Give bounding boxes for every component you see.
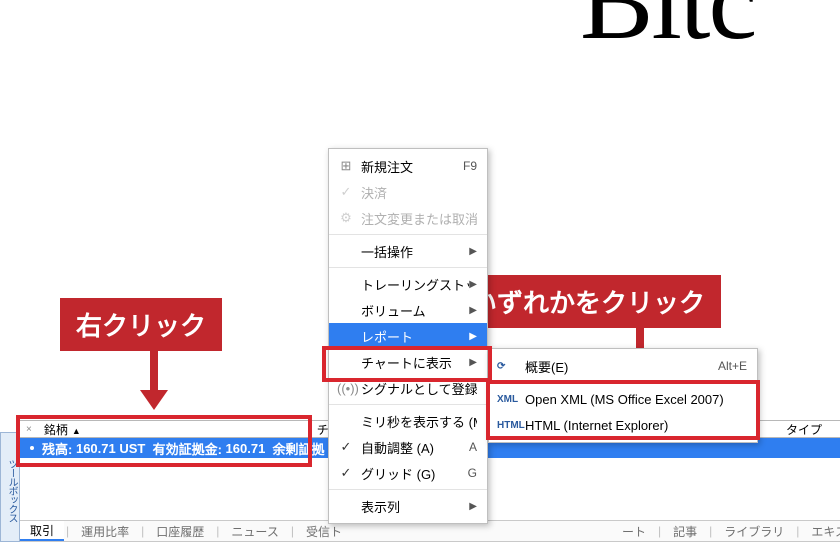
arrow-right-click <box>150 344 158 392</box>
chevron-right-icon: ▶ <box>469 305 477 316</box>
tab-trade[interactable]: 取引 <box>20 521 64 541</box>
cropped-header-text: Bitc <box>580 0 755 65</box>
chevron-right-icon: ▶ <box>469 246 477 257</box>
tab-articles[interactable]: 記事 <box>663 521 707 541</box>
extra-margin-label: 余剰証拠 <box>273 439 325 458</box>
submenu-summary[interactable]: ⟳ 概要(E) Alt+E <box>489 353 757 379</box>
chevron-right-icon: ▶ <box>469 501 477 512</box>
toolbox-vertical-tab[interactable]: ツールボックス <box>0 432 20 542</box>
check-icon <box>337 439 355 455</box>
tab-library[interactable]: ライブラリ <box>714 521 794 541</box>
menu-modify-order: ⚙ 注文変更または取消 <box>329 205 487 231</box>
menu-trailing[interactable]: トレーリングストッ ▶ <box>329 271 487 297</box>
tab-news[interactable]: ニュース <box>221 521 288 541</box>
balance-label: 残高: <box>42 439 72 458</box>
menu-autoadjust[interactable]: 自動調整 (A) A <box>329 434 487 460</box>
bottom-spacer <box>0 542 840 560</box>
margin-label: 有効証拠金: <box>153 439 222 458</box>
menu-report[interactable]: レポート ▶ <box>329 323 487 349</box>
report-submenu: ⟳ 概要(E) Alt+E XML Open XML (MS Office Ex… <box>488 348 758 443</box>
plus-icon: ⊞ <box>337 158 355 174</box>
callout-click-either: いずれかをクリック <box>455 275 721 328</box>
tab-alert[interactable]: ート <box>612 521 656 541</box>
tab-exposure[interactable]: 運用比率 <box>71 521 139 541</box>
bullet-icon <box>30 446 34 450</box>
xml-icon: XML <box>497 394 525 405</box>
tab-experts[interactable]: エキスパート <box>801 521 840 541</box>
context-menu: ⊞ 新規注文 F9 ✓ 決済 ⚙ 注文変更または取消 一括操作 ▶ トレーリング… <box>328 148 488 524</box>
chevron-right-icon: ▶ <box>469 331 477 342</box>
check-icon <box>337 465 355 481</box>
tab-inbox[interactable]: 受信ト <box>296 521 352 541</box>
menu-chart[interactable]: チャートに表示 ▶ <box>329 349 487 375</box>
menu-volume[interactable]: ボリューム ▶ <box>329 297 487 323</box>
submenu-openxml[interactable]: XML Open XML (MS Office Excel 2007) <box>489 386 757 412</box>
menu-close-position: ✓ 決済 <box>329 179 487 205</box>
menu-signal[interactable]: ((•)) シグナルとして登録 <box>329 375 487 401</box>
menu-bulk[interactable]: 一括操作 ▶ <box>329 238 487 264</box>
arrow-right-click-head <box>140 390 168 410</box>
col-symbol[interactable]: 銘柄▲ <box>36 421 89 438</box>
close-panel-icon[interactable]: × <box>26 424 36 435</box>
callout-right-click: 右クリック <box>60 298 222 351</box>
signal-icon: ((•)) <box>337 381 355 396</box>
tab-history[interactable]: 口座履歴 <box>146 521 214 541</box>
summary-icon: ⟳ <box>497 361 525 372</box>
submenu-html[interactable]: HTML HTML (Internet Explorer) <box>489 412 757 438</box>
menu-millis[interactable]: ミリ秒を表示する (M) <box>329 408 487 434</box>
check-icon: ✓ <box>337 184 355 200</box>
sort-asc-icon: ▲ <box>68 426 81 436</box>
col-type[interactable]: タイプ <box>778 421 830 438</box>
chevron-right-icon: ▶ <box>469 357 477 368</box>
html-icon: HTML <box>497 420 525 431</box>
menu-grid[interactable]: グリッド (G) G <box>329 460 487 486</box>
gear-icon: ⚙ <box>337 210 355 226</box>
chevron-right-icon: ▶ <box>469 279 477 290</box>
menu-new-order[interactable]: ⊞ 新規注文 F9 <box>329 153 487 179</box>
margin-value: 160.71 <box>226 441 266 456</box>
menu-columns[interactable]: 表示列 ▶ <box>329 493 487 519</box>
balance-value: 160.71 UST <box>76 441 145 456</box>
